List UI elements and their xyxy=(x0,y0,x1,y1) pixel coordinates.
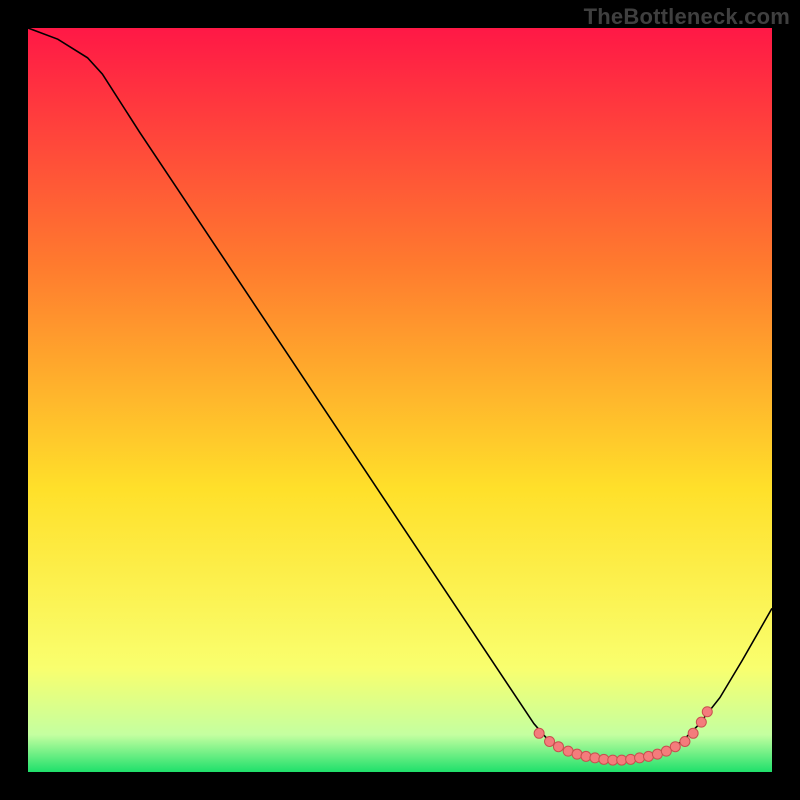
watermark-text: TheBottleneck.com xyxy=(584,4,790,30)
marker-dot xyxy=(590,753,600,763)
marker-dot xyxy=(644,751,654,761)
marker-dot xyxy=(696,717,706,727)
plot-area xyxy=(28,28,772,772)
chart-frame: TheBottleneck.com xyxy=(0,0,800,800)
marker-dot xyxy=(572,749,582,759)
marker-dot xyxy=(581,751,591,761)
chart-svg xyxy=(28,28,772,772)
marker-dot xyxy=(702,707,712,717)
marker-dot xyxy=(688,728,698,738)
marker-dot xyxy=(626,754,636,764)
marker-dot xyxy=(553,742,563,752)
marker-dot xyxy=(635,753,645,763)
marker-dot xyxy=(545,737,555,747)
marker-dot xyxy=(670,742,680,752)
marker-dot xyxy=(680,737,690,747)
marker-dot xyxy=(534,728,544,738)
gradient-background xyxy=(28,28,772,772)
marker-dot xyxy=(661,746,671,756)
